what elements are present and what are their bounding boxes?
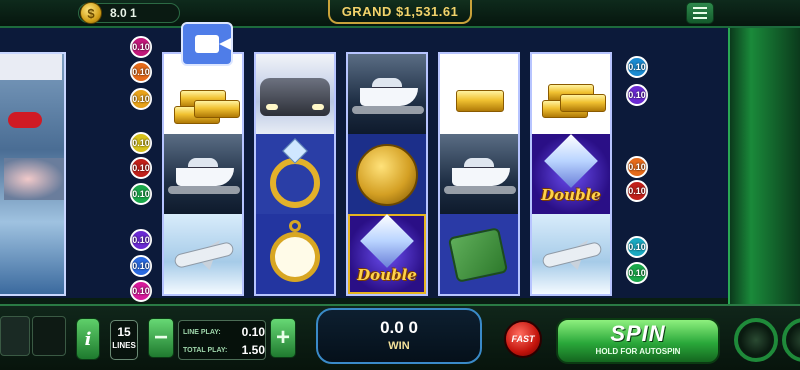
jet-symbol [164, 214, 242, 294]
double-diamond-symbol: Double [532, 134, 610, 214]
limousine-symbol [256, 54, 334, 134]
hamburger-menu-icon[interactable] [686, 2, 714, 24]
jet-symbol [532, 214, 610, 294]
reel-1 [162, 52, 244, 296]
payline-badge-left[interactable]: 0.10 [130, 229, 152, 251]
diamond-ring-symbol [256, 134, 334, 214]
payline-badge-left[interactable]: 0.10 [130, 157, 152, 179]
lines-selector[interactable]: 15 LINES [110, 320, 138, 360]
win-amount: 0.0 0 [380, 318, 418, 337]
gold-watch-symbol [256, 214, 334, 294]
payline-badge-right[interactable]: 0.10 [626, 236, 648, 258]
line-play-label: LINE PLAY: [183, 328, 221, 336]
spin-label: SPIN [610, 321, 666, 346]
gold-coin-symbol [348, 134, 426, 214]
gold-bars-symbol [532, 54, 610, 134]
payline-badge-left[interactable]: 0.10 [130, 280, 152, 302]
lock-icon[interactable] [0, 316, 30, 356]
payline-badge-right[interactable]: 0.10 [626, 56, 648, 78]
increase-bet-button[interactable]: + [270, 318, 296, 358]
autospin-hint: HOLD FOR AUTOSPIN [595, 347, 681, 356]
money-stack-symbol [440, 214, 518, 294]
lines-count: 15 [117, 325, 131, 339]
payline-badge-right[interactable]: 0.10 [626, 180, 648, 202]
round-action-button[interactable] [734, 318, 778, 362]
fast-button[interactable]: FAST [504, 320, 542, 358]
total-play-value: 1.50 [241, 343, 265, 357]
payline-badge-left[interactable]: 0.10 [130, 255, 152, 277]
payline-badge-right[interactable]: 0.10 [626, 156, 648, 178]
reel-5: Double [530, 52, 612, 296]
decrease-bet-button[interactable]: − [148, 318, 174, 358]
grand-jackpot: GRAND $1,531.61 [328, 0, 472, 24]
yacht-symbol [440, 134, 518, 214]
spin-button[interactable]: SPIN HOLD FOR AUTOSPIN [556, 318, 720, 364]
payline-badge-left[interactable]: 0.10 [130, 88, 152, 110]
gold-bars-symbol [164, 54, 242, 134]
right-frame-decoration [728, 28, 800, 312]
balance-value: 8.0 1 [110, 6, 137, 20]
payline-badge-left[interactable]: 0.10 [130, 61, 152, 83]
partial-reel-left [0, 52, 66, 296]
video-camera-icon[interactable] [181, 22, 233, 66]
line-play-value: 0.10 [241, 325, 265, 339]
yacht-symbol [348, 54, 426, 134]
lines-label: LINES [112, 341, 136, 350]
win-label: WIN [388, 340, 410, 352]
slot-game-screen: $ 8.0 1 GRAND $1,531.61 Double Double 0.… [0, 0, 800, 370]
payline-badge-left[interactable]: 0.10 [130, 132, 152, 154]
reel-4 [438, 52, 520, 296]
payline-badge-right[interactable]: 0.10 [626, 84, 648, 106]
reel-2 [254, 52, 336, 296]
yacht-symbol [164, 134, 242, 214]
payline-badge-left[interactable]: 0.10 [130, 183, 152, 205]
gold-bar-symbol [440, 54, 518, 134]
double-diamond-symbol: Double [348, 214, 426, 294]
coin-icon: $ [80, 2, 102, 24]
reel-3: Double [346, 52, 428, 296]
info-button[interactable]: i [76, 318, 100, 360]
win-display: 0.0 0 WIN [316, 308, 482, 364]
total-play-label: TOTAL PLAY: [183, 346, 228, 354]
payline-badge-right[interactable]: 0.10 [626, 262, 648, 284]
top-bar: $ 8.0 1 GRAND $1,531.61 [0, 0, 800, 28]
payline-badge-left[interactable]: 0.10 [130, 36, 152, 58]
bet-panel: LINE PLAY: 0.10 TOTAL PLAY: 1.50 [178, 320, 266, 360]
sd-card-icon[interactable] [32, 316, 66, 356]
